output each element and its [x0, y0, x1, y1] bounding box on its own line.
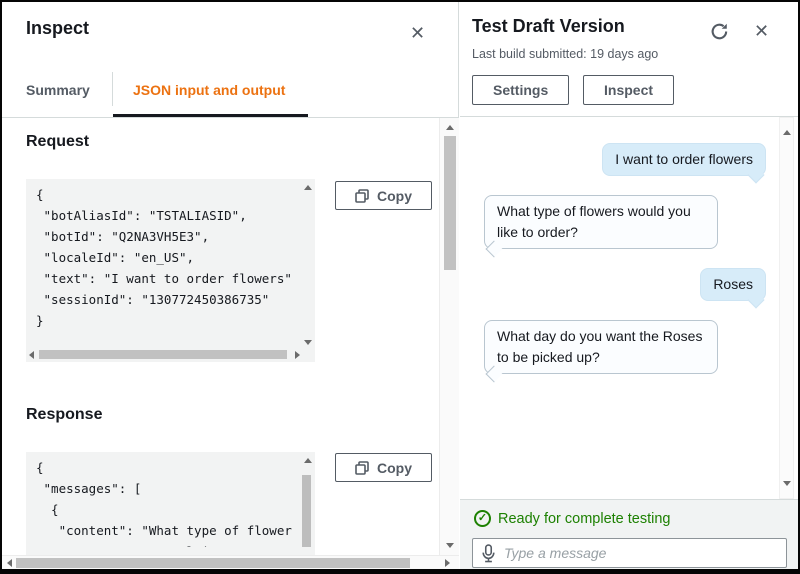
scroll-down-icon[interactable] [304, 340, 312, 345]
scroll-left-icon[interactable] [7, 559, 12, 567]
response-vertical-scrollbar[interactable] [303, 455, 313, 546]
copy-icon [355, 189, 369, 203]
scroll-down-icon[interactable] [783, 481, 791, 486]
microphone-icon[interactable] [481, 544, 496, 563]
app-window: Inspect ✕ Summary JSON input and output … [0, 0, 800, 574]
scroll-left-icon[interactable] [29, 351, 34, 359]
close-icon[interactable]: ✕ [754, 22, 769, 40]
test-draft-panel: Test Draft Version ✕ Last build submitte… [460, 2, 798, 569]
scroll-up-icon[interactable] [304, 458, 312, 463]
chat-vertical-scrollbar[interactable] [779, 117, 794, 499]
request-heading: Request [26, 133, 89, 151]
copy-button-label: Copy [377, 188, 412, 204]
horizontal-scrollbar-thumb[interactable] [39, 350, 287, 359]
test-panel-title: Test Draft Version [472, 16, 625, 37]
message-input-container [472, 538, 787, 568]
panel-horizontal-scrollbar[interactable] [2, 555, 459, 569]
tab-summary[interactable]: Summary [26, 82, 90, 98]
copy-icon [355, 461, 369, 475]
tab-divider [112, 72, 113, 106]
horizontal-scrollbar-thumb[interactable] [16, 558, 410, 568]
vertical-scrollbar-thumb[interactable] [444, 136, 456, 270]
response-json-code: { "messages": [ { "content": "What type … [36, 457, 300, 547]
panel-vertical-scrollbar[interactable] [439, 118, 459, 555]
chat-message-user: Roses [700, 268, 766, 301]
scroll-up-icon[interactable] [783, 130, 791, 135]
chat-transcript: I want to order flowers What type of flo… [460, 117, 778, 499]
scroll-right-icon[interactable] [295, 351, 300, 359]
copy-request-button[interactable]: Copy [335, 181, 432, 210]
inspect-panel-title: Inspect [26, 18, 89, 39]
chat-message-bot: What day do you want the Roses to be pic… [484, 320, 718, 374]
request-horizontal-scrollbar[interactable] [28, 350, 301, 360]
last-build-subtitle: Last build submitted: 19 days ago [472, 47, 658, 61]
close-icon[interactable]: ✕ [410, 24, 425, 42]
vertical-scrollbar-thumb[interactable] [302, 475, 311, 547]
status-row: ✓ Ready for complete testing [474, 510, 670, 527]
settings-button[interactable]: Settings [472, 75, 569, 105]
scroll-up-icon[interactable] [304, 185, 312, 190]
tabs-bottom-border [2, 117, 459, 118]
chat-footer: ✓ Ready for complete testing [460, 499, 798, 569]
scroll-right-icon[interactable] [445, 559, 450, 567]
request-json-code: { "botAliasId": "TSTALIASID", "botId": "… [36, 184, 300, 349]
copy-response-button[interactable]: Copy [335, 453, 432, 482]
check-circle-icon: ✓ [474, 510, 491, 527]
tab-json-input-output[interactable]: JSON input and output [133, 82, 285, 98]
chat-message-user: I want to order flowers [602, 143, 766, 176]
copy-button-label: Copy [377, 460, 412, 476]
scroll-down-icon[interactable] [446, 543, 454, 548]
response-heading: Response [26, 406, 102, 424]
message-input[interactable] [504, 545, 778, 561]
response-json-box[interactable]: { "messages": [ { "content": "What type … [26, 452, 315, 560]
request-json-box[interactable]: { "botAliasId": "TSTALIASID", "botId": "… [26, 179, 315, 362]
chat-message-bot: What type of flowers would you like to o… [484, 195, 718, 249]
inspect-button[interactable]: Inspect [583, 75, 674, 105]
scroll-up-icon[interactable] [446, 125, 454, 130]
inspect-panel: Inspect ✕ Summary JSON input and output … [2, 2, 459, 569]
request-vertical-scrollbar[interactable] [303, 182, 313, 348]
refresh-button[interactable] [710, 22, 729, 44]
refresh-icon [710, 22, 729, 41]
status-text: Ready for complete testing [498, 511, 670, 527]
